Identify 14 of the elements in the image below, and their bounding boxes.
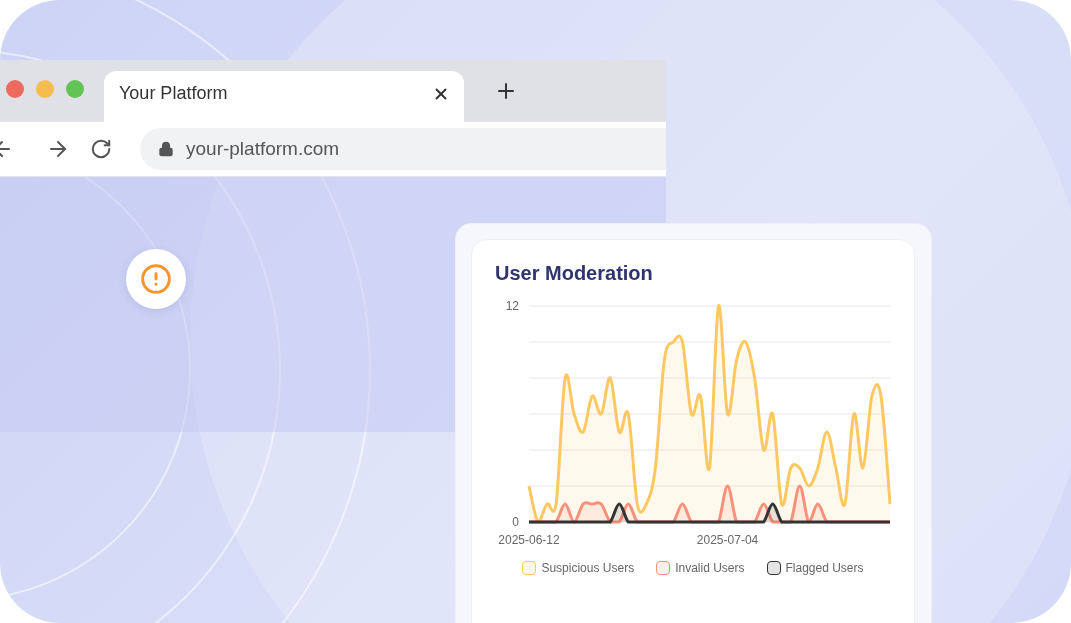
- browser-tab[interactable]: Your Platform: [104, 71, 464, 122]
- reload-icon[interactable]: [90, 138, 112, 160]
- alert-icon: [140, 263, 172, 295]
- axis-label: 2025-07-04: [696, 533, 759, 547]
- url-field[interactable]: your-platform.com: [140, 128, 666, 170]
- legend-label: Invalid Users: [675, 561, 745, 575]
- legend-label: Suspicious Users: [541, 561, 635, 575]
- lock-icon: [158, 141, 174, 157]
- axis-label: 2025-06-12: [498, 533, 560, 547]
- tab-title: Your Platform: [119, 83, 228, 104]
- card-title: User Moderation: [495, 262, 654, 285]
- legend-label: Flagged Users: [785, 561, 864, 575]
- axis-label: 0: [512, 515, 519, 529]
- axis-label: 12: [505, 299, 519, 313]
